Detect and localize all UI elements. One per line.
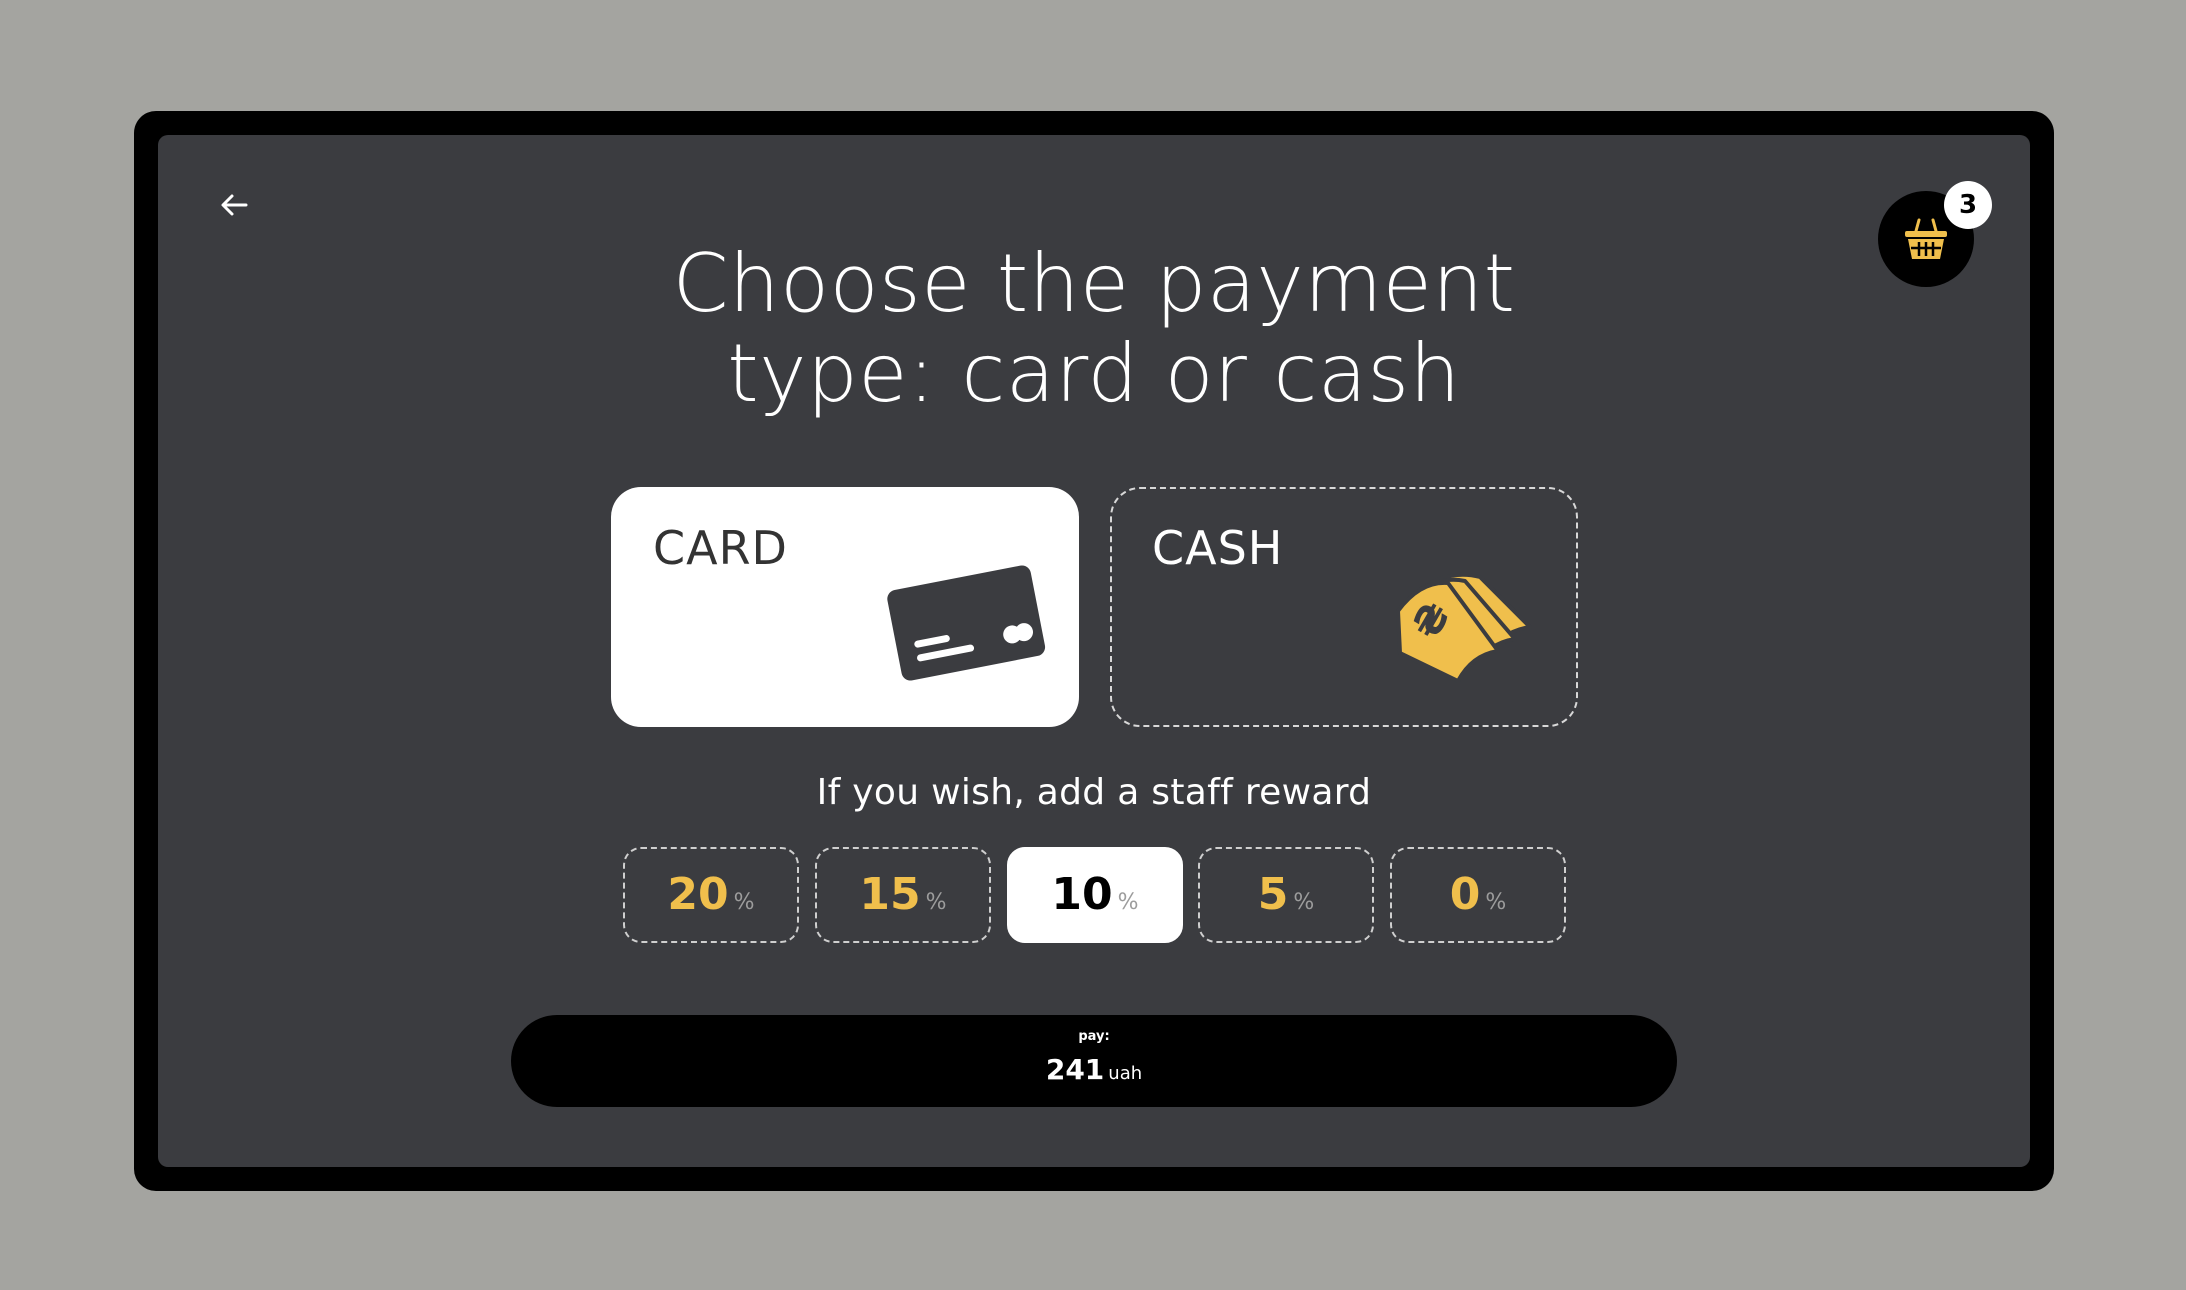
- tip-value: 0: [1449, 869, 1481, 920]
- back-button[interactable]: [210, 181, 258, 229]
- tip-value: 15: [859, 869, 921, 920]
- card-payment-option[interactable]: CARD: [611, 487, 1079, 727]
- pay-label: pay:: [1078, 1029, 1110, 1044]
- tip-option-20[interactable]: 20 %: [623, 847, 799, 943]
- tip-option-15[interactable]: 15 %: [815, 847, 991, 943]
- cash-option-label: CASH: [1152, 521, 1284, 575]
- cash-bills-icon: ₴: [1396, 572, 1532, 683]
- tip-option-10[interactable]: 10 %: [1007, 847, 1183, 943]
- tip-unit: %: [733, 890, 755, 915]
- tip-value: 10: [1051, 869, 1113, 920]
- tip-unit: %: [1485, 890, 1507, 915]
- tip-unit: %: [1117, 890, 1139, 915]
- credit-card-icon: [887, 565, 1046, 681]
- tip-value: 20: [667, 869, 729, 920]
- staff-reward-title: If you wish, add a staff reward: [816, 772, 1372, 813]
- tip-option-0[interactable]: 0 %: [1390, 847, 1566, 943]
- cash-payment-option[interactable]: CASH ₴: [1110, 487, 1578, 727]
- page-title-line-2: type: card or cash: [727, 327, 1461, 420]
- pay-amount: 241 uah: [511, 1053, 1677, 1086]
- tip-unit: %: [1293, 890, 1315, 915]
- page-title-line-1: Choose the payment: [672, 237, 1516, 330]
- pay-currency: uah: [1108, 1063, 1143, 1084]
- tip-option-5[interactable]: 5 %: [1198, 847, 1374, 943]
- card-option-label: CARD: [653, 521, 788, 575]
- pay-amount-value: 241: [1045, 1053, 1105, 1086]
- arrow-left-icon: [221, 194, 248, 216]
- pay-button[interactable]: pay: 241 uah: [511, 1015, 1677, 1107]
- page-title: Choose the payment type: card or cash: [158, 239, 2030, 419]
- tip-value: 5: [1257, 869, 1289, 920]
- kiosk-screen: 3 Choose the payment type: card or cash …: [158, 135, 2030, 1167]
- tip-options: 20 % 15 % 10 % 5 % 0 %: [623, 847, 1566, 943]
- kiosk-device-frame: 3 Choose the payment type: card or cash …: [134, 111, 2054, 1191]
- tip-unit: %: [925, 890, 947, 915]
- basket-count-badge: 3: [1944, 181, 1992, 229]
